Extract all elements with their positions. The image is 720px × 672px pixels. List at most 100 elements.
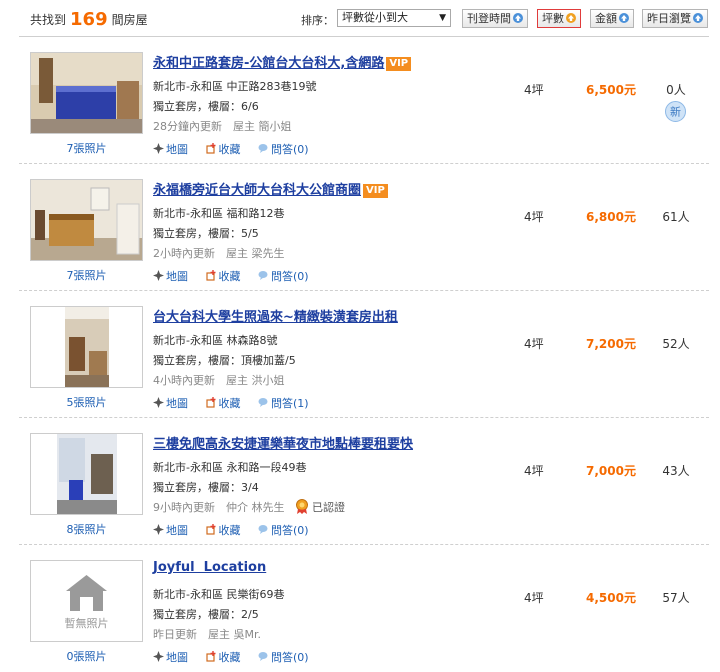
favorite-add-icon [205, 143, 215, 154]
listing-address: 新北市-永和區 民樂街69巷 [153, 588, 285, 601]
listing-actions: 地圖 收藏 問答(0) [153, 141, 323, 157]
listing-title-link[interactable]: 三樓免爬高永安捷運樂華夜市地點棒要租要快 [153, 433, 413, 452]
qa-link[interactable]: 問答(0) [258, 524, 309, 537]
room-photo-image [31, 307, 142, 387]
listing-type: 獨立套房，樓層：6/6 [153, 100, 259, 113]
qa-link[interactable]: 問答(0) [258, 143, 309, 156]
listing-views: 0人 [666, 83, 686, 97]
listing-item: 7張照片 永和中正路套房-公館台大台科大,含網路 VIP 新北市-永和區 中正路2… [0, 37, 720, 164]
listing-actions: 地圖 收藏 問答(0) [153, 522, 323, 538]
listing-title-text: 三樓免爬高永安捷運樂華夜市地點棒要租要快 [153, 437, 414, 452]
sort-by-views-button[interactable]: 昨日瀏覽 [642, 9, 708, 28]
listing-size: 4坪 [524, 83, 544, 97]
listing-address: 新北市-永和區 中正路283巷19號 [153, 80, 317, 93]
listing-price: 6,800元 [586, 210, 636, 224]
listing-title-text: 永福橋旁近台大師大台科大公館商圈 [153, 183, 362, 198]
listing-item: 7張照片 永福橋旁近台大師大台科大公館商圈 VIP 新北市-永和區 福和路12巷 … [0, 164, 720, 291]
listing-photo[interactable] [30, 52, 143, 134]
listing-type: 獨立套房，樓層：頂樓加蓋/5 [153, 354, 296, 367]
listing-photo[interactable] [30, 306, 143, 388]
listing-photo[interactable] [30, 433, 143, 515]
listing-actions: 地圖 收藏 問答(0) [153, 649, 323, 665]
listing-actions: 地圖 收藏 問答(0) [153, 268, 323, 284]
qa-link-label: 問答(0) [271, 143, 309, 156]
photo-count-link[interactable]: 0張照片 [30, 648, 143, 664]
favorite-link[interactable]: 收藏 [205, 397, 241, 410]
sort-by-size-button[interactable]: 坪數 [537, 9, 581, 28]
listing-photo[interactable]: 暫無照片 [30, 560, 143, 642]
favorite-link-label: 收藏 [218, 143, 241, 156]
vip-badge: VIP [386, 57, 412, 71]
no-photo-label: 暫無照片 [65, 616, 109, 630]
listing-update-meta-text: 9小時內更新 仲介 林先生 [153, 501, 285, 514]
qa-link[interactable]: 問答(1) [258, 397, 309, 410]
listing-price: 6,500元 [586, 83, 636, 97]
listing-size: 4坪 [524, 591, 544, 605]
listing-update-meta: 2小時內更新 屋主 梁先生 [153, 247, 285, 260]
sort-by-post-time-button[interactable]: 刊登時間 [462, 9, 528, 28]
listing-type: 獨立套房，樓層：5/5 [153, 227, 259, 240]
listing-title-link[interactable]: Joyful Location [153, 560, 266, 575]
favorite-link-label: 收藏 [218, 270, 241, 283]
photo-count-link[interactable]: 8張照片 [30, 521, 143, 537]
sort-button-label: 刊登時間 [467, 12, 511, 25]
favorite-add-icon [205, 651, 215, 662]
new-badge-text: 新 [670, 105, 681, 119]
arrow-up-icon [693, 13, 703, 23]
listing-update-meta: 4小時內更新 屋主 洪小姐 [153, 374, 285, 387]
sort-button-label: 昨日瀏覽 [647, 12, 691, 25]
listing-views: 61人 [662, 210, 690, 224]
map-pin-icon [153, 143, 164, 154]
map-pin-icon [153, 651, 164, 662]
sort-dropdown[interactable]: 坪數從小到大 ▼ [337, 9, 451, 27]
listing-item: 5張照片 台大台科大學生照過來~精緻裝潢套房出租 新北市-永和區 林森路8號 獨… [0, 291, 720, 418]
listing-title-link[interactable]: 永和中正路套房-公館台大台科大,含網路 VIP [153, 52, 412, 71]
listing-views: 57人 [662, 591, 690, 605]
photo-count-link[interactable]: 7張照片 [30, 140, 143, 156]
listing-price: 7,000元 [586, 464, 636, 478]
result-count-number: 169 [70, 9, 108, 30]
listing-title-link[interactable]: 永福橋旁近台大師大台科大公館商圈 VIP [153, 179, 388, 198]
listing-type: 獨立套房，樓層：3/4 [153, 481, 259, 494]
map-pin-icon [153, 397, 164, 408]
photo-count-link[interactable]: 5張照片 [30, 394, 143, 410]
listing-price: 4,500元 [586, 591, 636, 605]
map-link[interactable]: 地圖 [153, 143, 188, 156]
favorite-link[interactable]: 收藏 [205, 524, 241, 537]
chat-bubble-icon [258, 398, 268, 407]
listing-views: 52人 [662, 337, 690, 351]
listing-photo[interactable] [30, 179, 143, 261]
qa-link[interactable]: 問答(0) [258, 270, 309, 283]
favorite-add-icon [205, 270, 215, 281]
certified-label: 已認證 [312, 501, 345, 514]
listing-views: 43人 [662, 464, 690, 478]
favorite-link-label: 收藏 [218, 397, 241, 410]
chat-bubble-icon [258, 144, 268, 153]
map-link[interactable]: 地圖 [153, 270, 188, 283]
sort-by-price-button[interactable]: 金額 [590, 9, 634, 28]
listing-update-meta: 9小時內更新 仲介 林先生 已認證 [153, 499, 345, 515]
map-link-label: 地圖 [166, 143, 188, 156]
map-link-label: 地圖 [166, 524, 188, 537]
map-link-label: 地圖 [166, 270, 188, 283]
favorite-link[interactable]: 收藏 [205, 143, 241, 156]
chevron-down-icon: ▼ [439, 13, 446, 23]
map-link[interactable]: 地圖 [153, 524, 188, 537]
favorite-link[interactable]: 收藏 [205, 270, 241, 283]
listing-update-meta: 28分鐘內更新 屋主 簡小姐 [153, 120, 292, 133]
listing-address: 新北市-永和區 永和路一段49巷 [153, 461, 307, 474]
map-link[interactable]: 地圖 [153, 397, 188, 410]
listing-title-link[interactable]: 台大台科大學生照過來~精緻裝潢套房出租 [153, 306, 398, 325]
listing-title-text: 永和中正路套房-公館台大台科大,含網路 [153, 56, 385, 71]
favorite-link-label: 收藏 [218, 524, 241, 537]
map-pin-icon [153, 270, 164, 281]
house-placeholder-icon: 暫無照片 [31, 561, 142, 641]
photo-count-link[interactable]: 7張照片 [30, 267, 143, 283]
listing-size: 4坪 [524, 337, 544, 351]
favorite-add-icon [205, 524, 215, 535]
results-toolbar: 共找到 169 間房屋 排序： 坪數從小到大 ▼ 刊登時間 坪數 金額 昨日瀏覽 [0, 0, 720, 36]
sort-button-label: 坪數 [542, 12, 564, 25]
qa-link-label: 問答(0) [271, 524, 309, 537]
result-count-prefix: 共找到 [30, 13, 67, 27]
map-pin-icon [153, 524, 164, 535]
